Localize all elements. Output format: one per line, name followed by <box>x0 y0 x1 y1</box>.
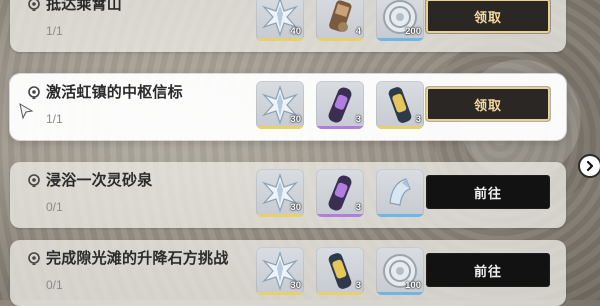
go-button[interactable]: 前往 <box>426 253 550 287</box>
reward-qty: 40 <box>290 26 301 37</box>
claim-button[interactable]: 领取 <box>426 0 550 33</box>
location-pin-icon <box>27 86 41 100</box>
reward-item[interactable]: 3 <box>376 81 424 129</box>
reward-item[interactable]: 3 <box>316 247 364 295</box>
quest-title: 完成隙光滩的升降石方挑战 <box>46 250 229 267</box>
reward-qty: 100 <box>405 280 421 291</box>
quest-progress: 1/1 <box>46 112 63 126</box>
reward-item[interactable]: 40 <box>256 0 304 41</box>
location-pin-icon <box>27 0 41 12</box>
rarity-bar <box>376 214 424 217</box>
reward-item[interactable] <box>376 169 424 217</box>
quest-progress: 1/1 <box>46 24 63 38</box>
reward-qty: 4 <box>355 26 361 37</box>
quest-title: 抵达乘霄山 <box>46 0 123 13</box>
rarity-bar <box>256 214 304 217</box>
crystal-shard-icon <box>389 178 411 206</box>
go-button[interactable]: 前往 <box>426 175 550 209</box>
quest-card: 浸浴一次灵砂泉 0/1 30 3 前往 <box>10 162 566 228</box>
rarity-bar <box>376 38 424 41</box>
quest-card: 完成隙光滩的升降石方挑战 0/1 30 3 100 前往 <box>10 240 566 306</box>
rarity-bar <box>256 38 304 41</box>
rarity-bar <box>316 292 364 295</box>
reward-qty: 3 <box>355 202 361 213</box>
reward-item[interactable]: 3 <box>316 169 364 217</box>
claim-button[interactable]: 领取 <box>426 87 550 121</box>
quest-title: 激活虹镇的中枢信标 <box>46 84 183 101</box>
quest-progress: 0/1 <box>46 200 63 214</box>
quest-title: 浸浴一次灵砂泉 <box>46 172 153 189</box>
reward-item[interactable]: 200 <box>376 0 424 41</box>
reward-item[interactable]: 30 <box>256 247 304 295</box>
reward-item[interactable]: 3 <box>316 81 364 129</box>
location-pin-icon <box>27 174 41 188</box>
reward-qty: 3 <box>415 114 421 125</box>
location-pin-icon <box>27 252 41 266</box>
rarity-bar <box>316 126 364 129</box>
quest-card: 激活虹镇的中枢信标 1/1 30 3 3 领取 <box>10 74 566 140</box>
reward-item[interactable]: 30 <box>256 169 304 217</box>
rarity-bar <box>316 38 364 41</box>
quest-progress: 0/1 <box>46 278 63 292</box>
rarity-bar <box>376 292 424 295</box>
pointer-cursor-icon <box>18 102 34 125</box>
reward-item[interactable]: 30 <box>256 81 304 129</box>
reward-qty: 30 <box>290 280 301 291</box>
reward-item[interactable]: 4 <box>316 0 364 41</box>
reward-qty: 3 <box>355 114 361 125</box>
rarity-bar <box>256 292 304 295</box>
next-page-button[interactable] <box>580 156 600 176</box>
quest-card: 抵达乘霄山 1/1 40 4 200 领取 <box>10 0 566 52</box>
rarity-bar <box>376 126 424 129</box>
rarity-bar <box>316 214 364 217</box>
reward-qty: 3 <box>355 280 361 291</box>
reward-item[interactable]: 100 <box>376 247 424 295</box>
reward-qty: 30 <box>290 114 301 125</box>
rarity-bar <box>256 126 304 129</box>
reward-qty: 200 <box>405 26 421 37</box>
reward-qty: 30 <box>290 202 301 213</box>
chevron-right-icon <box>586 160 594 172</box>
